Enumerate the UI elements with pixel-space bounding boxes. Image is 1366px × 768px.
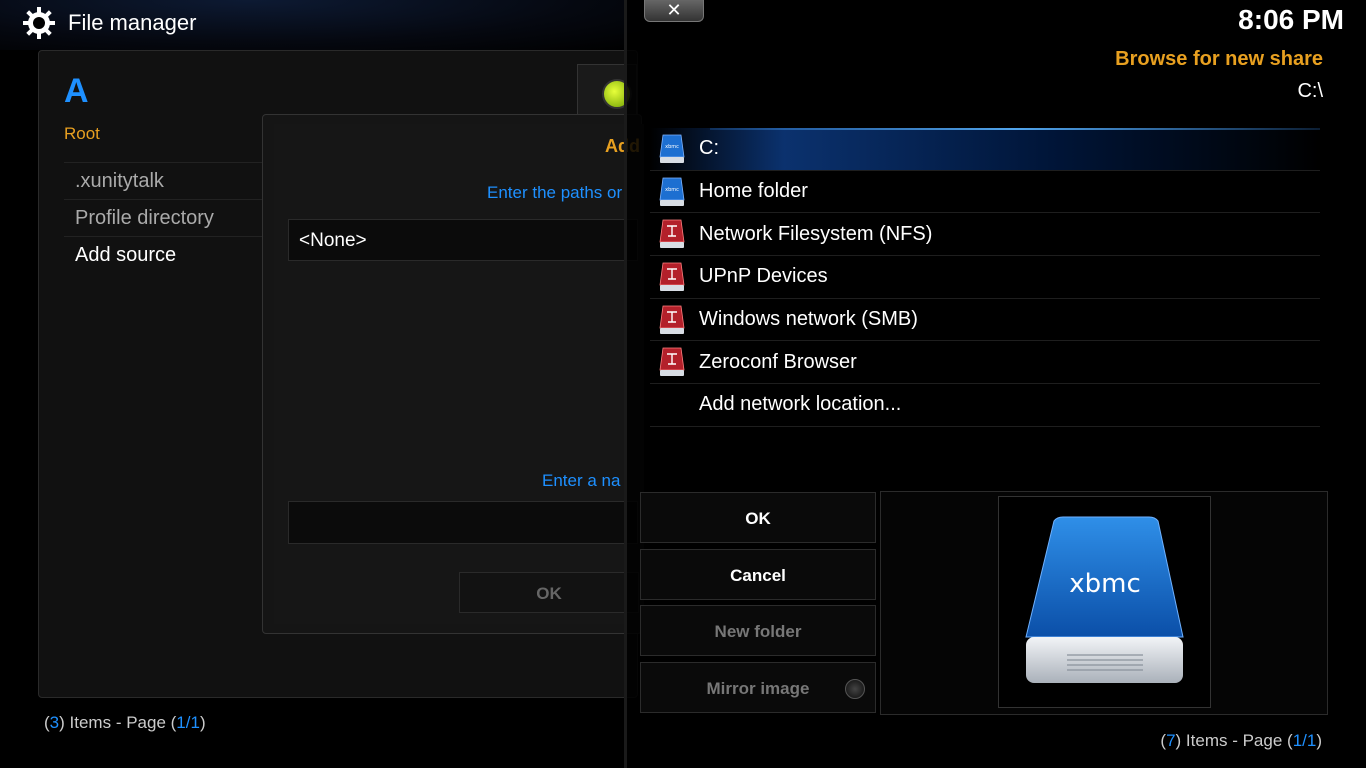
page-number: 1/1 xyxy=(176,713,200,732)
right-items-footer: (7) Items - Page (1/1) xyxy=(1160,731,1322,750)
enter-paths-label: Enter the paths or xyxy=(487,183,623,202)
drive-icon: xbmc xyxy=(659,177,685,206)
share-label: Add network location... xyxy=(699,393,902,416)
add-source-ok-button[interactable]: OK xyxy=(459,572,639,613)
mirror-image-label: Mirror image xyxy=(706,678,810,698)
svg-text:xbmc: xbmc xyxy=(665,187,679,193)
current-path: C:\ xyxy=(1297,80,1323,102)
share-item-c[interactable]: xbmc C: xyxy=(650,128,1320,171)
gear-icon xyxy=(23,7,55,39)
share-item-zeroconf[interactable]: Zeroconf Browser xyxy=(650,341,1320,385)
share-label: Zeroconf Browser xyxy=(699,350,857,373)
list-item[interactable]: Add source xyxy=(64,236,284,273)
share-label: Home folder xyxy=(699,180,808,203)
network-drive-icon xyxy=(659,305,685,334)
page-title: File manager xyxy=(68,10,197,35)
share-label: C: xyxy=(699,137,719,160)
ok-button[interactable]: OK xyxy=(640,492,876,543)
item-count: 3 xyxy=(49,713,60,732)
left-file-list: .xunitytalk Profile directory Add source xyxy=(64,162,284,273)
list-item[interactable]: .xunitytalk xyxy=(64,162,284,199)
close-icon: ✕ xyxy=(666,0,682,21)
share-item-smb[interactable]: Windows network (SMB) xyxy=(650,299,1320,342)
mirror-image-button[interactable]: Mirror image xyxy=(640,661,876,713)
share-item-nfs[interactable]: Network Filesystem (NFS) xyxy=(650,213,1320,257)
preview-image: xbmc xyxy=(998,496,1211,708)
share-label: Windows network (SMB) xyxy=(699,308,918,331)
name-field[interactable] xyxy=(288,501,638,544)
svg-text:xbmc: xbmc xyxy=(665,144,679,150)
network-drive-icon xyxy=(659,347,685,377)
share-item-upnp[interactable]: UPnP Devices xyxy=(650,256,1320,299)
path-field[interactable]: <None> xyxy=(288,219,638,261)
page-number: 1/1 xyxy=(1292,731,1317,750)
dialog-title: Browse for new share xyxy=(1115,48,1323,70)
clock: 8:06 PM xyxy=(1238,4,1344,35)
network-drive-icon xyxy=(659,219,685,249)
item-count: 7 xyxy=(1166,731,1176,750)
items-page-text: Items - Page xyxy=(69,713,166,732)
share-label: UPnP Devices xyxy=(699,265,828,288)
xbmc-logo-text: xbmc xyxy=(1069,569,1141,599)
left-items-footer: (3) Items - Page (1/1) xyxy=(44,713,206,732)
pane-root-label: Root xyxy=(64,124,100,143)
mirror-image-toggle[interactable] xyxy=(845,678,865,699)
items-page-text: Items - Page xyxy=(1185,731,1283,750)
new-folder-button[interactable]: New folder xyxy=(640,605,876,656)
header: File manager xyxy=(22,6,196,40)
share-item-add-network[interactable]: Add network location... xyxy=(650,384,1320,427)
cancel-button[interactable]: Cancel xyxy=(640,548,876,600)
list-item[interactable]: Profile directory xyxy=(64,199,284,236)
drive-icon: xbmc xyxy=(659,134,685,163)
share-label: Network Filesystem (NFS) xyxy=(699,222,933,245)
pane-letter: A xyxy=(64,72,89,110)
share-item-home[interactable]: xbmc Home folder xyxy=(650,171,1320,214)
close-button[interactable]: ✕ xyxy=(644,0,704,22)
share-list: xbmc C: xbmc Home folder Network Filesys… xyxy=(650,128,1320,427)
dialog-buttons: OK Cancel New folder Mirror image xyxy=(640,492,876,718)
network-drive-icon xyxy=(659,262,685,291)
xbmc-drive-icon: xbmc xyxy=(1025,516,1184,683)
enter-name-label: Enter a na xyxy=(542,471,621,490)
